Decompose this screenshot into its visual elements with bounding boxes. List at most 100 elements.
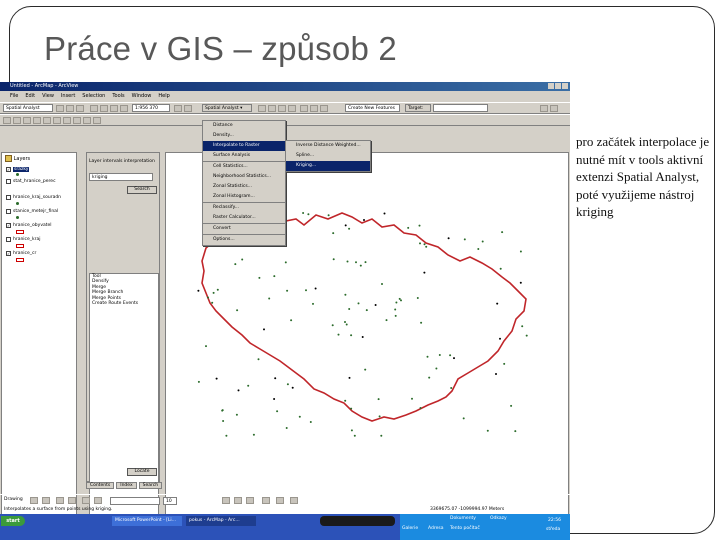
toolbox-search-button[interactable]: Search: [127, 186, 157, 194]
layer-checkbox[interactable]: ✓: [6, 251, 11, 256]
full-extent-icon[interactable]: [288, 105, 296, 112]
tray-computer[interactable]: Tento počítač: [450, 526, 480, 531]
copy-icon[interactable]: [100, 105, 108, 112]
menu-view[interactable]: View: [42, 92, 54, 101]
menu-help[interactable]: Help: [158, 92, 169, 101]
fixed-zoom-icon[interactable]: [23, 117, 31, 124]
paste-icon[interactable]: [110, 105, 118, 112]
rotate-icon[interactable]: [42, 497, 50, 504]
measure-icon[interactable]: [320, 105, 328, 112]
cut-icon[interactable]: [90, 105, 98, 112]
swipe-icon[interactable]: [93, 117, 101, 124]
task-combo[interactable]: Create New Features: [345, 104, 400, 112]
toc-layer-2[interactable]: stat_hranice_perec: [6, 179, 56, 184]
menu-selection[interactable]: Selection: [82, 92, 105, 101]
menu-item-zonal-histogram[interactable]: Zonal Histogram...: [203, 192, 285, 202]
close-button[interactable]: [562, 83, 568, 89]
task-powerpoint[interactable]: Microsoft PowerPoint - [Li...: [112, 516, 182, 526]
open-icon[interactable]: [66, 105, 74, 112]
fill-color-icon[interactable]: [82, 497, 90, 504]
tray-links[interactable]: Odkazy: [490, 516, 507, 521]
fill-icon[interactable]: [276, 497, 284, 504]
rectangle-icon[interactable]: [56, 497, 64, 504]
task-arcmap[interactable]: pokus - ArcMap - Arc...: [186, 516, 256, 526]
minimize-button[interactable]: [548, 83, 554, 89]
tray-gallery[interactable]: Galerie: [402, 526, 418, 531]
toc-layer-3[interactable]: hranice_kraj_souradn: [6, 195, 61, 200]
tab-contents[interactable]: Contents: [86, 482, 115, 489]
menu-item-neighborhood-statistics[interactable]: Neighborhood Statistics...: [203, 172, 285, 182]
start-button[interactable]: start: [1, 516, 25, 526]
zoom-out-tool-icon[interactable]: [13, 117, 21, 124]
layer-checkbox[interactable]: ✓: [6, 223, 11, 228]
layer-checkbox[interactable]: [6, 237, 11, 242]
editor-icon[interactable]: [174, 105, 182, 112]
toc-layer-7[interactable]: ✓ hranice_cr: [6, 251, 36, 256]
submenu-item-kriging[interactable]: Kriging...: [286, 161, 370, 171]
font-combo[interactable]: [110, 497, 160, 505]
new-icon[interactable]: [56, 105, 64, 112]
select-icon[interactable]: [300, 105, 308, 112]
forward-icon[interactable]: [43, 117, 51, 124]
menu-window[interactable]: Window: [132, 92, 152, 101]
toolbox-locate-button[interactable]: Locate: [127, 468, 157, 476]
maximize-button[interactable]: [555, 83, 561, 89]
map-scale-combo[interactable]: 1:956 370: [132, 104, 170, 112]
bold-icon[interactable]: [222, 497, 230, 504]
layer-checkbox[interactable]: ✓: [6, 167, 11, 172]
menu-item-raster-calculator[interactable]: Raster Calculator...: [203, 213, 285, 223]
submenu-item-idw[interactable]: Inverse Distance Weighted...: [286, 141, 370, 151]
toc-layer-1[interactable]: ✓ srazky: [6, 167, 30, 172]
underline-icon[interactable]: [246, 497, 254, 504]
identify-icon[interactable]: [310, 105, 318, 112]
italic-icon[interactable]: [234, 497, 242, 504]
target-combo[interactable]: Target:: [405, 104, 431, 112]
drawing-menu-button[interactable]: Drawing: [4, 497, 23, 502]
media-player-bar[interactable]: [320, 516, 395, 526]
toc-layer-6[interactable]: hranice_kraj: [6, 237, 41, 242]
layer-checkbox[interactable]: [6, 179, 11, 184]
layer-checkbox[interactable]: [6, 209, 11, 214]
back-icon[interactable]: [33, 117, 41, 124]
menu-item-options[interactable]: Options...: [203, 234, 285, 245]
toc-layer-5[interactable]: ✓ hranice_obyvatel: [6, 223, 52, 228]
info-icon[interactable]: [63, 117, 71, 124]
spatial-analyst-toolbar-combo[interactable]: Spatial Analyst: [3, 104, 53, 112]
tray-address[interactable]: Adresa: [428, 526, 443, 531]
delete-icon[interactable]: [120, 105, 128, 112]
menu-file[interactable]: File: [10, 92, 18, 101]
new-text-icon[interactable]: [68, 497, 76, 504]
menu-insert[interactable]: Insert: [61, 92, 75, 101]
menu-item-density[interactable]: Density...: [203, 131, 285, 141]
list-item[interactable]: Create Route Events: [90, 301, 158, 306]
menu-item-zonal-statistics[interactable]: Zonal Statistics...: [203, 182, 285, 192]
zoom-out-icon[interactable]: [268, 105, 276, 112]
tray-documents[interactable]: Dokumenty: [450, 516, 476, 521]
select-elements-icon[interactable]: [30, 497, 38, 504]
line-color-icon[interactable]: [94, 497, 102, 504]
pan-icon[interactable]: [278, 105, 286, 112]
menu-item-convert[interactable]: Convert: [203, 223, 285, 234]
hyperlink-icon[interactable]: [83, 117, 91, 124]
submenu-item-spline[interactable]: Spline...: [286, 151, 370, 161]
toc-layer-4[interactable]: stanice_metejr_final: [6, 209, 58, 214]
tab-index[interactable]: Index: [116, 482, 137, 489]
spatial-analyst-menu-button[interactable]: Spatial Analyst ▾: [202, 104, 252, 112]
menu-item-interpolate[interactable]: Interpolate to Raster: [203, 141, 285, 151]
select-features-icon[interactable]: [53, 117, 61, 124]
save-icon[interactable]: [76, 105, 84, 112]
menu-item-cell-statistics[interactable]: Cell Statistics...: [203, 161, 285, 172]
font-color-icon[interactable]: [262, 497, 270, 504]
menu-item-reclassify[interactable]: Reclassify...: [203, 202, 285, 213]
attributes-icon[interactable]: [550, 105, 558, 112]
layer-checkbox[interactable]: [6, 195, 11, 200]
arctoolbox-icon[interactable]: [184, 105, 192, 112]
font-size-combo[interactable]: 10: [163, 497, 177, 505]
zoom-in-tool-icon[interactable]: [3, 117, 11, 124]
menu-edit[interactable]: Edit: [25, 92, 35, 101]
target-layer-combo[interactable]: [433, 104, 488, 112]
line-icon[interactable]: [290, 497, 298, 504]
find-icon[interactable]: [73, 117, 81, 124]
zoom-in-icon[interactable]: [258, 105, 266, 112]
menu-tools[interactable]: Tools: [112, 92, 124, 101]
